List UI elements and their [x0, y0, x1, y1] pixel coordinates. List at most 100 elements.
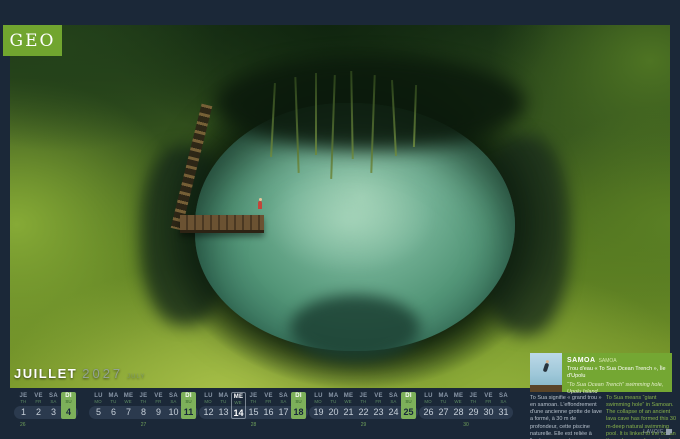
day-abbrev-en: SA: [280, 400, 286, 405]
day-cell-25: DISU25: [401, 392, 416, 419]
day-abbrev-en: FR: [155, 400, 161, 405]
caption-french: To Sua signifie « grand trou » en samoan…: [530, 395, 602, 439]
week-number-label: 28: [201, 422, 306, 428]
day-number: 10: [168, 405, 178, 419]
day-number: 30: [483, 405, 493, 419]
geo-logo: GEO: [3, 25, 62, 56]
day-number: 8: [141, 405, 146, 419]
day-abbrev-en: TU: [220, 400, 226, 405]
day-cell-20: MATU20: [326, 392, 341, 419]
day-number: 29: [468, 405, 478, 419]
calendar-strip: JETH1VEFR2SASA3DISU426LUMO5MATU6MEWE7JET…: [0, 392, 528, 439]
day-abbrev-en: TU: [440, 400, 446, 405]
day-cell-3: SASA3: [46, 392, 61, 419]
day-abbrev-en: TH: [140, 400, 146, 405]
publisher-logo-icon: [666, 429, 672, 435]
week-number-label: 26: [16, 422, 76, 428]
wooden-diving-platform: [180, 215, 264, 233]
day-cell-19: LUMO19: [311, 392, 326, 419]
day-number: 27: [438, 405, 448, 419]
week-number-label: 29: [311, 422, 416, 428]
week-number-label: 27: [91, 422, 196, 428]
day-abbrev-en: WE: [125, 400, 132, 405]
day-number: 24: [388, 405, 398, 419]
info-thumbnail-photo: [530, 353, 562, 392]
day-number: 12: [203, 405, 213, 419]
day-number: 9: [156, 405, 161, 419]
week-block-27: LUMO5MATU6MEWE7JETH8VEFR9SASA10DISU1127: [91, 392, 196, 419]
day-number: 31: [498, 405, 508, 419]
country-name-french: SAMOA: [567, 357, 596, 364]
week-block-29: LUMO19MATU20MEWE21JETH22VEFR23SASA24DISU…: [311, 392, 416, 419]
day-cell-7: MEWE7: [121, 392, 136, 419]
day-cell-30: VEFR30: [481, 392, 496, 419]
day-cell-31: SASA31: [496, 392, 511, 419]
day-abbrev-en: SA: [50, 400, 56, 405]
place-title-english: “To Sua Ocean Trench” swimming hole, Upo…: [567, 382, 667, 396]
day-number: 28: [453, 405, 463, 419]
day-abbrev-en: SU: [185, 400, 191, 405]
swimmer-on-platform: [258, 201, 262, 209]
day-number: 21: [343, 405, 353, 419]
day-number: 2: [36, 405, 41, 419]
calendar-photo: [10, 25, 670, 388]
week-block-30: LUMO26MATU27MEWE28JETH29VEFR30SASA3130: [421, 392, 511, 419]
day-cell-16: VEFR16: [261, 392, 276, 419]
month-name-english: JULY: [127, 374, 145, 380]
country-name-english: SAMOA: [599, 358, 617, 364]
day-cell-6: MATU6: [106, 392, 121, 419]
day-cell-14: MEWE14: [231, 392, 246, 419]
day-number: 23: [373, 405, 383, 419]
day-cell-29: JETH29: [466, 392, 481, 419]
day-number: 14: [233, 406, 243, 420]
day-number: 19: [313, 405, 323, 419]
day-number: 15: [248, 405, 258, 419]
month-name-french: JUILLET: [14, 366, 77, 381]
day-abbrev-en: SA: [500, 400, 506, 405]
day-cell-22: JETH22: [356, 392, 371, 419]
day-cell-12: LUMO12: [201, 392, 216, 419]
day-number: 4: [66, 405, 71, 419]
day-abbrev-en: WE: [235, 401, 242, 406]
vine: [315, 73, 317, 155]
day-cell-24: SASA24: [386, 392, 401, 419]
country-row: SAMOA SAMOA: [567, 357, 667, 364]
day-number: 13: [218, 405, 228, 419]
day-number: 11: [184, 405, 194, 419]
location-info-box: SAMOA SAMOA Trou d'eau « To Sua Ocean Tr…: [562, 353, 672, 392]
day-cell-1: JETH1: [16, 392, 31, 419]
day-cell-9: VEFR9: [151, 392, 166, 419]
day-abbrev-en: SA: [390, 400, 396, 405]
day-cell-27: MATU27: [436, 392, 451, 419]
day-cell-8: JETH8: [136, 392, 151, 419]
week-block-28: LUMO12MATU13MEWE14JETH15VEFR16SASA17DISU…: [201, 392, 306, 419]
day-cell-23: VEFR23: [371, 392, 386, 419]
week-number-label: 30: [421, 422, 511, 428]
day-number: 17: [278, 405, 288, 419]
day-number: 16: [263, 405, 273, 419]
day-abbrev-en: WE: [455, 400, 462, 405]
day-cell-26: LUMO26: [421, 392, 436, 419]
day-cell-18: DISU18: [291, 392, 306, 419]
day-abbrev-en: FR: [265, 400, 271, 405]
place-title-french: Trou d'eau « To Sua Ocean Trench », Île …: [567, 366, 667, 380]
day-abbrev-en: SU: [405, 400, 411, 405]
day-cell-5: LUMO5: [91, 392, 106, 419]
day-number: 7: [126, 405, 131, 419]
day-abbrev-en: TU: [110, 400, 116, 405]
day-number: 26: [423, 405, 433, 419]
day-cell-13: MATU13: [216, 392, 231, 419]
geo-logo-text: GEO: [10, 31, 56, 51]
diver-icon: [543, 363, 550, 373]
day-number: 3: [51, 405, 56, 419]
day-cell-17: SASA17: [276, 392, 291, 419]
month-title: JUILLET 2027 JULY: [14, 366, 145, 381]
day-number: 22: [358, 405, 368, 419]
canopy-overhang-shadow: [215, 55, 525, 150]
underwater-rock: [290, 295, 420, 361]
photo-credit: LAVOIE: [643, 429, 672, 435]
day-number: 25: [403, 405, 413, 419]
day-abbrev-en: SU: [65, 400, 71, 405]
day-abbrev-en: MO: [315, 400, 322, 405]
day-abbrev-en: FR: [485, 400, 491, 405]
